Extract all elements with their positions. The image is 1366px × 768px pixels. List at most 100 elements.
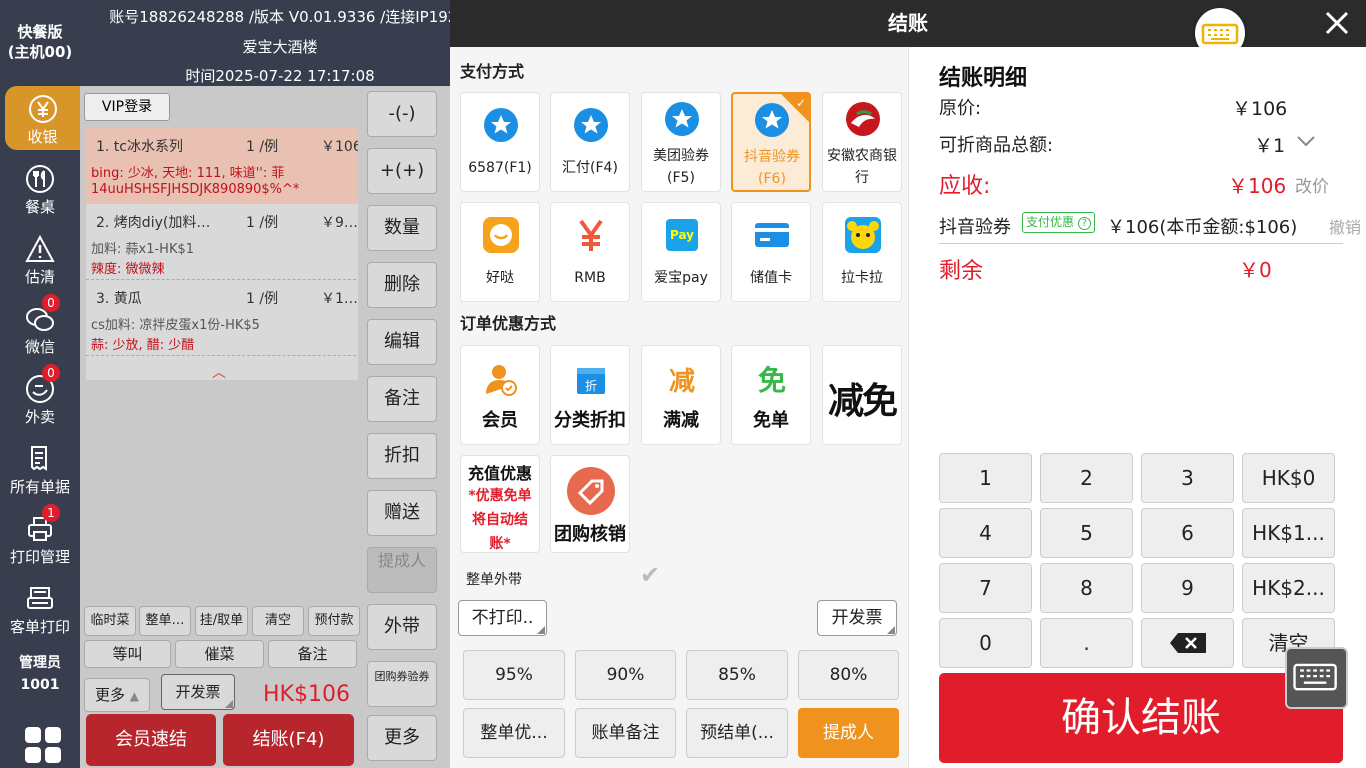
key-6[interactable]: 6: [1141, 508, 1234, 558]
commission-person-button[interactable]: 提成人: [798, 708, 899, 758]
groupon-writeoff[interactable]: 团购核销: [550, 455, 630, 553]
discount-80-button[interactable]: 80%: [798, 650, 899, 700]
sidebar-item-delivery[interactable]: 0 外卖: [0, 364, 80, 430]
discount-member[interactable]: 会员: [460, 345, 540, 445]
pay-method-ahrcb[interactable]: 安徽农商银行: [822, 92, 902, 192]
discount-95-button[interactable]: 95%: [463, 650, 565, 700]
hold-order-button[interactable]: 挂/取单: [195, 606, 248, 636]
groupon-verify-button[interactable]: 团购券验券: [367, 661, 437, 707]
whole-order-discount-button[interactable]: 整单优...: [463, 708, 565, 758]
app-grid-icon[interactable]: [25, 727, 63, 765]
sidebar-item-print-manage[interactable]: 1 打印管理: [0, 504, 80, 570]
item-detail: 加料: 蒜x1-HK$1: [91, 242, 195, 257]
card-icon: [755, 223, 789, 247]
star-badge-icon: [665, 102, 699, 136]
key-1[interactable]: 1: [939, 453, 1032, 503]
close-icon[interactable]: [1324, 10, 1350, 36]
order-item-list: 1. tc冰水系列 1 /例 ￥106 bing: 少冰, 天地: 111, 味…: [86, 128, 358, 380]
expand-chevron-icon[interactable]: ︿: [212, 362, 226, 382]
pay-method-meituan[interactable]: 美团验券(F5): [641, 92, 721, 192]
sidebar-item-all-bills[interactable]: 所有单据: [0, 436, 80, 500]
note-button[interactable]: 备注: [367, 376, 437, 422]
cancel-payment-link[interactable]: 撤销: [1329, 214, 1366, 238]
order-item[interactable]: 2. 烤肉diy(加料… 1 /例 ￥9… 加料: 蒜x1-HK$1 辣度: 微…: [86, 204, 358, 280]
order-item[interactable]: 3. 黄瓜 1 /例 ￥1… cs加料: 凉拌皮蛋x1份-HK$5 蒜: 少放,…: [86, 280, 358, 356]
gift-button[interactable]: 赠送: [367, 490, 437, 536]
sidebar-item-label: 微信: [24, 338, 55, 356]
decrease-button[interactable]: -(-): [367, 91, 437, 137]
key-2[interactable]: 2: [1040, 453, 1133, 503]
sidebar-item-soldout[interactable]: 估清: [0, 226, 80, 290]
invoice-button[interactable]: 开发票: [161, 674, 235, 710]
discount-category[interactable]: 折 分类折扣: [550, 345, 630, 445]
change-price-link[interactable]: 改价: [1295, 172, 1329, 197]
discount-85-button[interactable]: 85%: [686, 650, 788, 700]
key-4[interactable]: 4: [939, 508, 1032, 558]
vip-login-button[interactable]: VIP登录: [84, 93, 170, 121]
discount-reduce-waive[interactable]: 减免: [822, 345, 902, 445]
bill-remark-button[interactable]: 账单备注: [575, 708, 676, 758]
coupon-tag-icon: [567, 467, 615, 515]
discount-button[interactable]: 折扣: [367, 433, 437, 479]
key-3[interactable]: 3: [1141, 453, 1234, 503]
sidebar-item-cashier[interactable]: 收银: [5, 86, 80, 150]
key-hk2[interactable]: HK$2...: [1242, 563, 1335, 613]
key-8[interactable]: 8: [1040, 563, 1133, 613]
remark-button[interactable]: 备注: [268, 640, 357, 668]
edit-button[interactable]: 编辑: [367, 319, 437, 365]
modal-invoice-button[interactable]: 开发票: [817, 600, 897, 636]
pay-method-aibao[interactable]: Pay 爱宝pay: [641, 202, 721, 302]
takeaway-check-icon[interactable]: ✔: [640, 561, 660, 589]
key-7[interactable]: 7: [939, 563, 1032, 613]
pay-method-stored-card[interactable]: 储值卡: [731, 202, 811, 302]
recharge-discount[interactable]: 充值优惠 *优惠免单将自动结账*: [460, 455, 540, 553]
sidebar-item-tables[interactable]: 餐桌: [0, 156, 80, 220]
pay-method-label: 美团验券(F5): [653, 148, 709, 186]
sidebar-item-bill-print[interactable]: 客单打印: [0, 576, 80, 640]
more-actions-button[interactable]: 更多: [367, 715, 437, 761]
key-0[interactable]: 0: [939, 618, 1032, 668]
key-hk1[interactable]: HK$1...: [1242, 508, 1335, 558]
key-dot[interactable]: .: [1040, 618, 1133, 668]
discount-label: 会员: [482, 410, 518, 431]
takeaway-button[interactable]: 外带: [367, 604, 437, 650]
detail-title: 结账明细: [939, 66, 1028, 91]
discount-90-button[interactable]: 90%: [575, 650, 676, 700]
member-quick-checkout-button[interactable]: 会员速结: [86, 714, 216, 766]
quantity-button[interactable]: 数量: [367, 205, 437, 251]
print-option-button[interactable]: 不打印..: [458, 600, 547, 636]
delete-button[interactable]: 删除: [367, 262, 437, 308]
pay-method-6587[interactable]: 6587(F1): [460, 92, 540, 192]
pay-method-douyin[interactable]: ✓ 抖音验券(F6): [731, 92, 811, 192]
key-5[interactable]: 5: [1040, 508, 1133, 558]
checkout-button[interactable]: 结账(F4): [223, 714, 354, 766]
pre-settle-button[interactable]: 预结单(...: [686, 708, 788, 758]
sidebar-item-label: 所有单据: [9, 478, 70, 496]
wait-call-button[interactable]: 等叫: [84, 640, 171, 668]
increase-button[interactable]: +(+): [367, 148, 437, 194]
pay-method-lakala[interactable]: 拉卡拉: [822, 202, 902, 302]
confirm-checkout-button[interactable]: 确认结账: [939, 673, 1343, 763]
discount-free-order[interactable]: 免 免单: [731, 345, 811, 445]
order-item[interactable]: 1. tc冰水系列 1 /例 ￥106 bing: 少冰, 天地: 111, 味…: [86, 128, 358, 204]
key-hk0[interactable]: HK$0: [1242, 453, 1335, 503]
rush-dish-button[interactable]: 催菜: [175, 640, 264, 668]
backspace-key[interactable]: [1141, 618, 1234, 668]
chevron-down-icon[interactable]: [1296, 133, 1316, 149]
more-button[interactable]: 更多 ▲: [84, 678, 150, 712]
temp-dish-button[interactable]: 临时菜: [84, 606, 136, 636]
floating-keyboard-button[interactable]: [1285, 647, 1348, 709]
prepay-button[interactable]: 预付款: [308, 606, 360, 636]
current-time: 时间2025-07-22 17:17:08: [185, 67, 375, 85]
commission-button[interactable]: 提成人: [367, 547, 437, 593]
pay-method-label: 储值卡: [750, 270, 792, 286]
sidebar-item-wechat[interactable]: 0 微信: [0, 294, 80, 360]
sidebar-item-label: 估清: [24, 268, 55, 286]
pay-method-rmb[interactable]: RMB: [550, 202, 630, 302]
discount-full-reduction[interactable]: 减 满减: [641, 345, 721, 445]
pay-method-huifu[interactable]: 汇付(F4): [550, 92, 630, 192]
pay-method-haoda[interactable]: 好哒: [460, 202, 540, 302]
whole-order-button[interactable]: 整单…: [139, 606, 191, 636]
clear-button[interactable]: 清空: [252, 606, 304, 636]
key-9[interactable]: 9: [1141, 563, 1234, 613]
